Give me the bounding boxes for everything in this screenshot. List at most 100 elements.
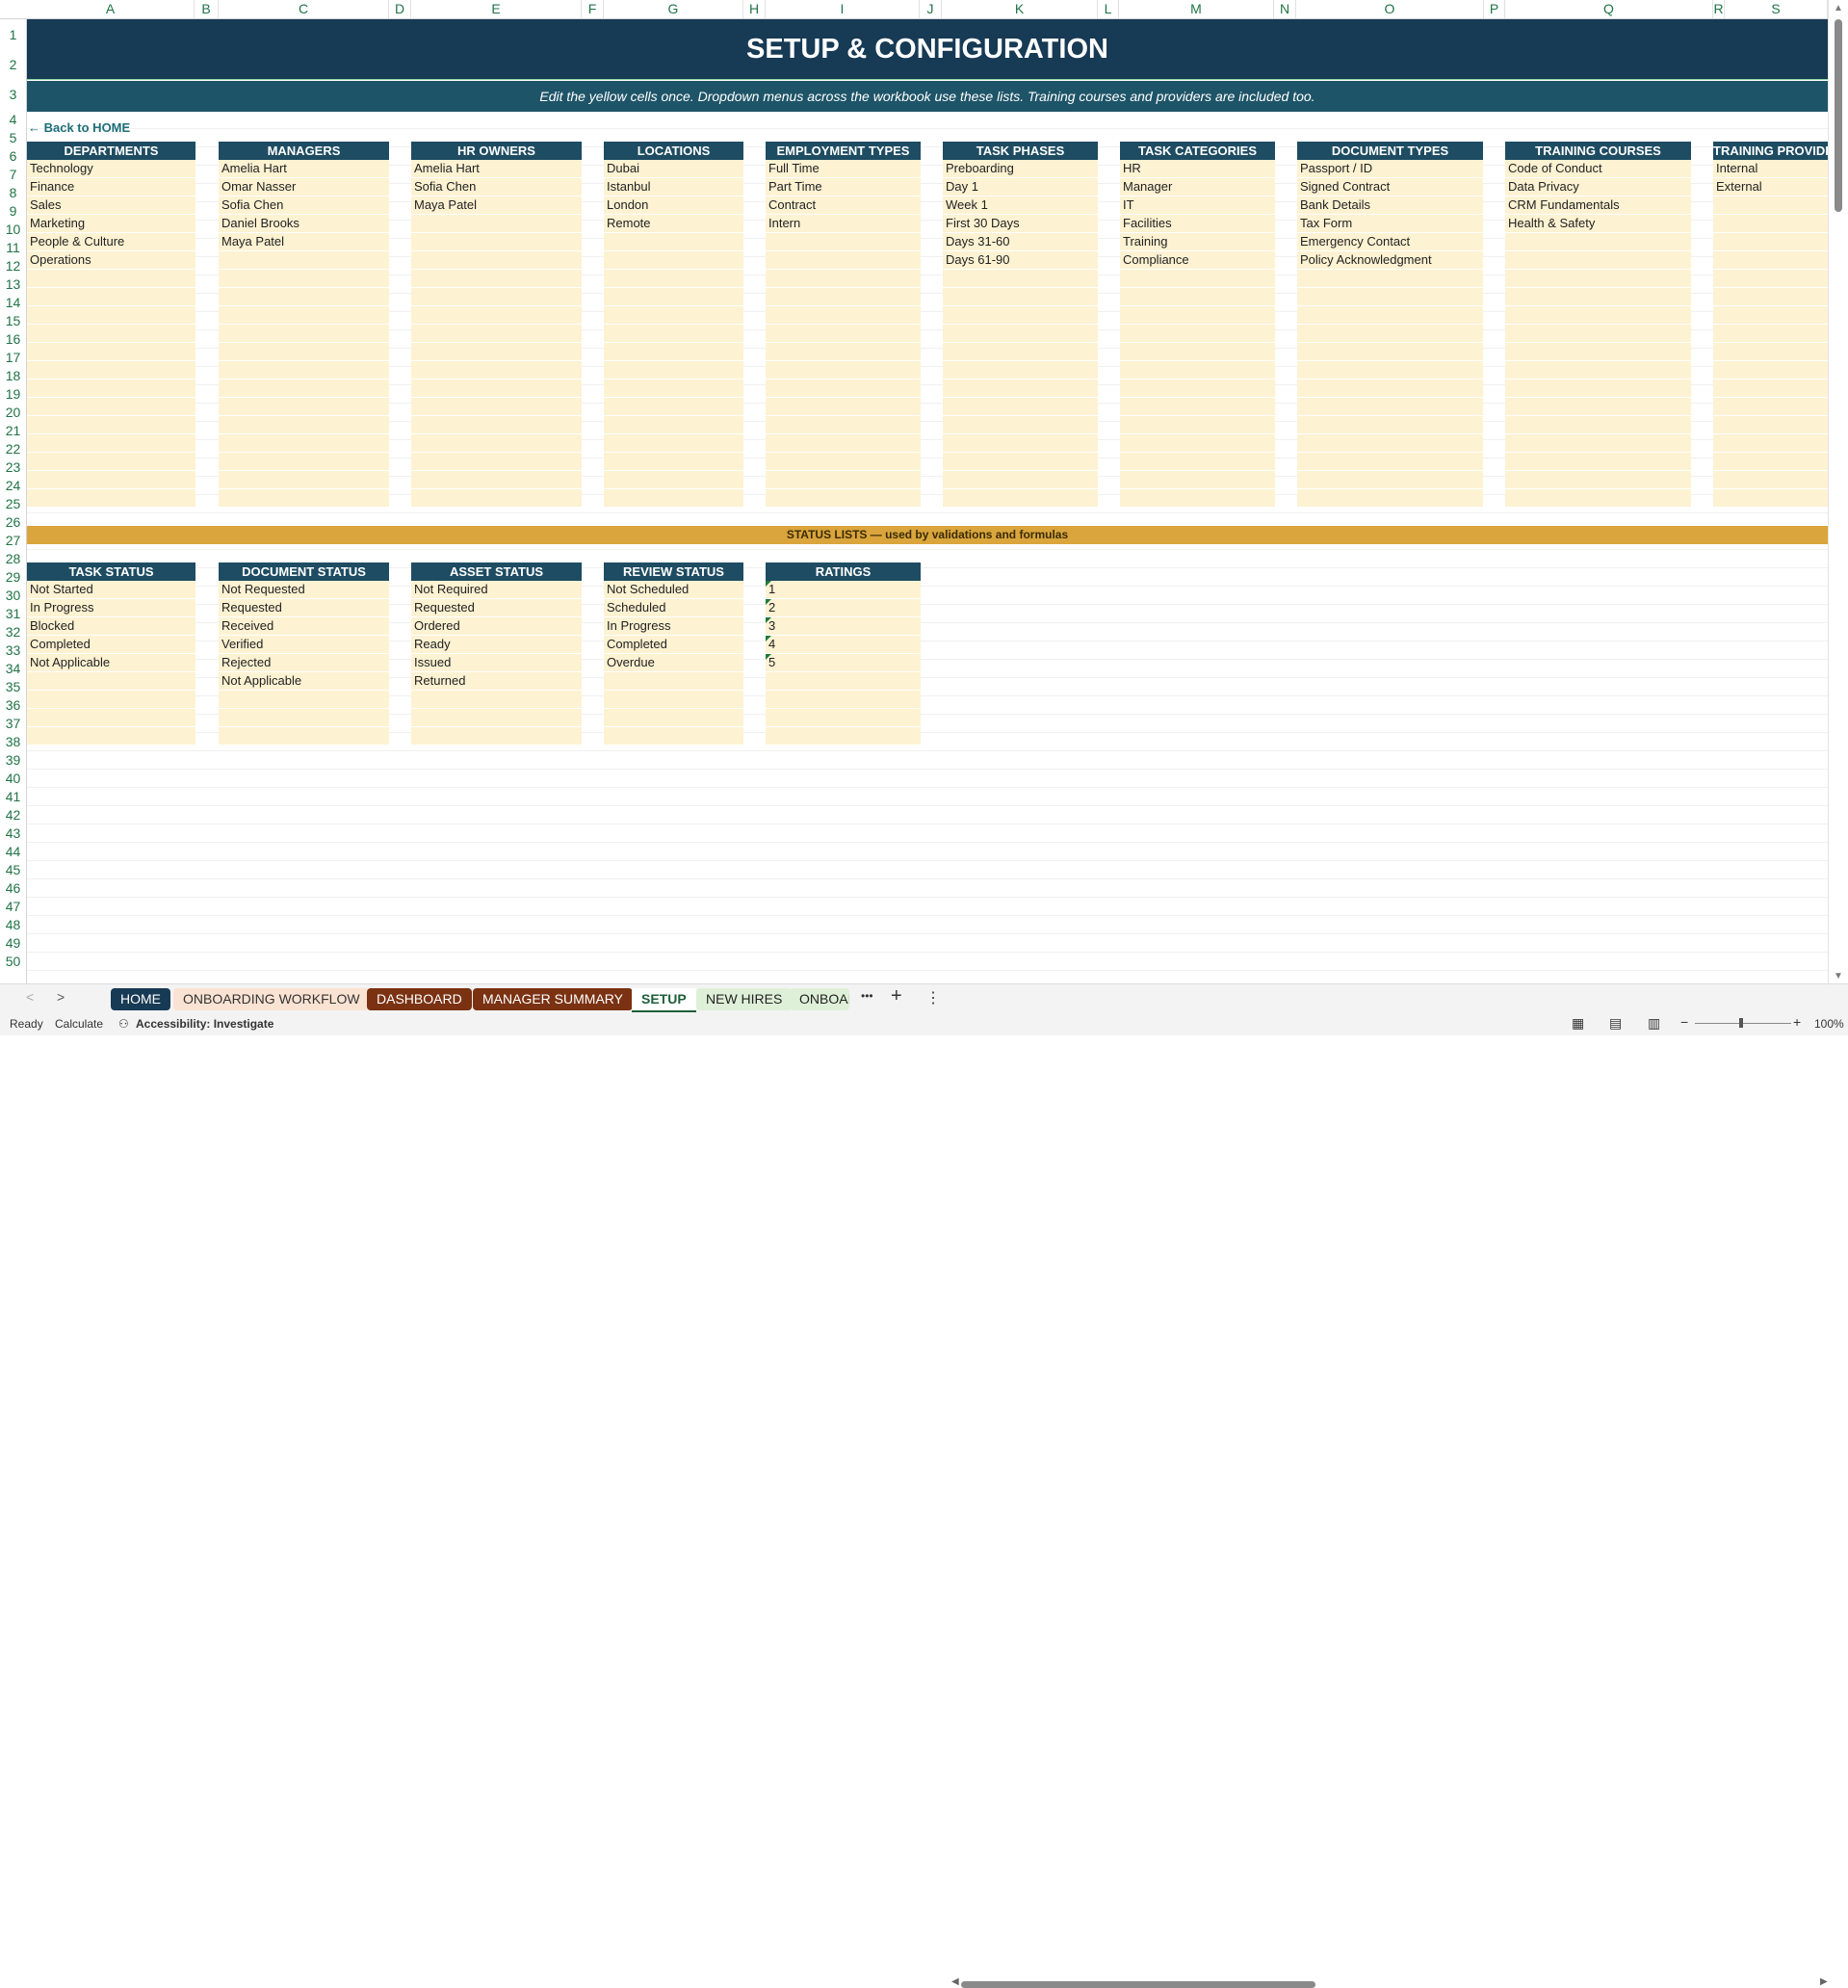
row-header[interactable]: 12	[0, 258, 26, 274]
list-item[interactable]	[411, 270, 582, 288]
horizontal-scrollbar[interactable]: ◀ ▶	[951, 1976, 1828, 1988]
sheet-tab[interactable]: HOME	[111, 988, 170, 1010]
list-item[interactable]: Facilities	[1120, 215, 1275, 233]
normal-view-icon[interactable]: ▦	[1572, 1015, 1584, 1032]
row-header[interactable]: 33	[0, 642, 26, 658]
list-item[interactable]	[604, 343, 743, 361]
column-header[interactable]: S	[1725, 0, 1828, 18]
list-item[interactable]	[943, 416, 1098, 434]
row-header[interactable]: 20	[0, 405, 26, 420]
tab-options-icon[interactable]: ⋮	[925, 988, 941, 1007]
row-header[interactable]: 46	[0, 880, 26, 896]
list-item[interactable]	[1297, 416, 1483, 434]
status-item[interactable]: Completed	[27, 636, 195, 654]
rating-cell[interactable]	[766, 691, 921, 709]
row-header[interactable]: 38	[0, 734, 26, 749]
list-item[interactable]	[1713, 233, 1828, 251]
row-header[interactable]: 36	[0, 697, 26, 713]
list-item[interactable]: Manager	[1120, 178, 1275, 196]
list-item[interactable]	[604, 453, 743, 471]
back-to-home-link[interactable]: ← Back to HOME	[28, 120, 130, 135]
list-item[interactable]	[219, 361, 389, 379]
column-header[interactable]: I	[766, 0, 920, 18]
column-header[interactable]: E	[411, 0, 582, 18]
list-item[interactable]	[766, 453, 921, 471]
list-item[interactable]: Signed Contract	[1297, 178, 1483, 196]
status-item[interactable]	[604, 672, 743, 691]
list-item[interactable]: Tax Form	[1297, 215, 1483, 233]
status-item[interactable]: Received	[219, 617, 389, 636]
list-item[interactable]	[27, 361, 195, 379]
list-item[interactable]	[411, 215, 582, 233]
status-item[interactable]	[27, 709, 195, 727]
list-item[interactable]	[604, 288, 743, 306]
list-item[interactable]	[219, 398, 389, 416]
list-item[interactable]	[1120, 343, 1275, 361]
list-item[interactable]	[943, 325, 1098, 343]
column-header[interactable]: D	[389, 0, 411, 18]
list-item[interactable]	[604, 471, 743, 489]
list-item[interactable]	[766, 270, 921, 288]
list-item[interactable]	[27, 343, 195, 361]
row-header[interactable]: 5	[0, 130, 26, 145]
list-item[interactable]	[1505, 489, 1691, 508]
status-item[interactable]: Verified	[219, 636, 389, 654]
row-header[interactable]: 41	[0, 789, 26, 804]
list-item[interactable]	[1505, 325, 1691, 343]
rating-cell[interactable]: 3	[766, 617, 921, 636]
list-item[interactable]	[1297, 288, 1483, 306]
list-item[interactable]	[766, 233, 921, 251]
row-header[interactable]: 28	[0, 551, 26, 566]
list-item[interactable]	[1120, 416, 1275, 434]
list-item[interactable]: Days 31-60	[943, 233, 1098, 251]
list-item[interactable]	[766, 416, 921, 434]
row-header[interactable]: 16	[0, 331, 26, 347]
list-item[interactable]	[27, 325, 195, 343]
list-item[interactable]: Finance	[27, 178, 195, 196]
list-item[interactable]	[1505, 453, 1691, 471]
row-header[interactable]: 45	[0, 862, 26, 877]
list-item[interactable]	[766, 361, 921, 379]
row-header[interactable]: 25	[0, 496, 26, 511]
status-item[interactable]: Not Applicable	[219, 672, 389, 691]
row-header[interactable]: 34	[0, 661, 26, 676]
list-item[interactable]	[411, 453, 582, 471]
list-item[interactable]	[219, 251, 389, 270]
list-item[interactable]	[219, 434, 389, 453]
page-layout-icon[interactable]: ▤	[1609, 1015, 1622, 1032]
status-item[interactable]	[219, 691, 389, 709]
list-item[interactable]	[1713, 325, 1828, 343]
status-item[interactable]: Not Applicable	[27, 654, 195, 672]
status-item[interactable]	[604, 691, 743, 709]
list-item[interactable]	[604, 233, 743, 251]
list-item[interactable]	[1120, 398, 1275, 416]
list-item[interactable]	[1297, 489, 1483, 508]
list-item[interactable]	[1505, 416, 1691, 434]
list-item[interactable]	[943, 343, 1098, 361]
sheet-tab[interactable]: SETUP	[632, 988, 696, 1012]
list-item[interactable]: CRM Fundamentals	[1505, 196, 1691, 215]
sheet-tab[interactable]: MANAGER SUMMARY	[473, 988, 633, 1010]
sheet-tab[interactable]: ONBOAI	[790, 988, 849, 1010]
row-header[interactable]: 29	[0, 569, 26, 585]
column-header[interactable]: K	[942, 0, 1098, 18]
row-header[interactable]: 15	[0, 313, 26, 328]
list-item[interactable]	[766, 379, 921, 398]
scroll-right-icon[interactable]: ▶	[1820, 1976, 1828, 1987]
column-header[interactable]: N	[1274, 0, 1296, 18]
list-item[interactable]	[1505, 288, 1691, 306]
list-item[interactable]	[1297, 398, 1483, 416]
list-item[interactable]: Intern	[766, 215, 921, 233]
list-item[interactable]	[27, 453, 195, 471]
status-item[interactable]: Requested	[219, 599, 389, 617]
add-sheet-icon[interactable]: +	[891, 985, 902, 1007]
list-item[interactable]	[604, 398, 743, 416]
row-header[interactable]: 40	[0, 771, 26, 786]
status-item[interactable]: Returned	[411, 672, 582, 691]
list-item[interactable]	[1713, 379, 1828, 398]
column-header[interactable]: Q	[1505, 0, 1713, 18]
status-item[interactable]: Blocked	[27, 617, 195, 636]
row-header[interactable]: 44	[0, 844, 26, 859]
status-item[interactable]: Scheduled	[604, 599, 743, 617]
rating-cell[interactable]	[766, 672, 921, 691]
